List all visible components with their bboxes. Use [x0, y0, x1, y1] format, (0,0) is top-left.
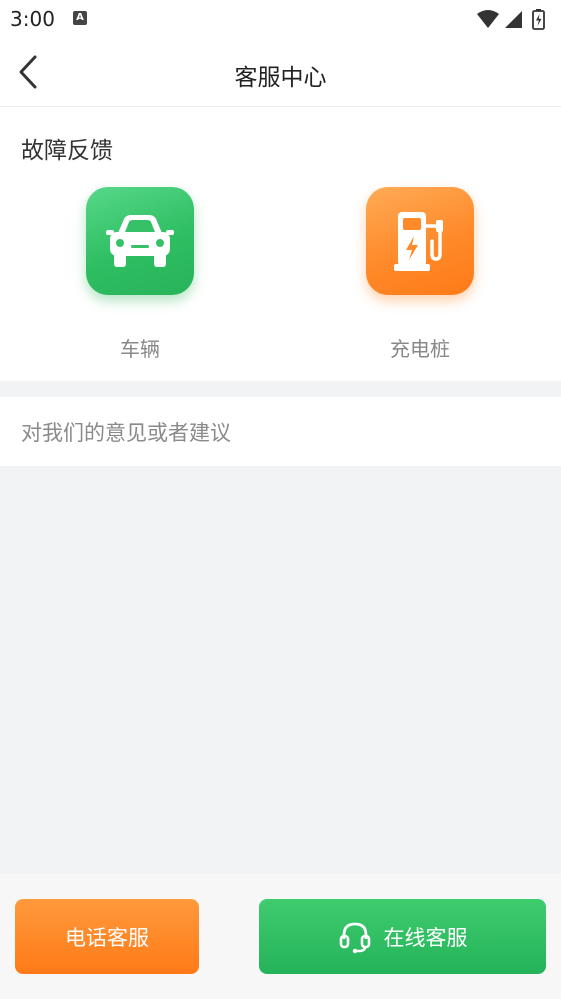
status-bar: 3:00 A	[0, 0, 561, 38]
battery-charging-icon	[532, 9, 545, 30]
car-icon	[106, 215, 174, 267]
section-title: 故障反馈	[21, 138, 113, 164]
status-icons	[475, 8, 551, 30]
phone-service-label: 电话客服	[65, 925, 149, 950]
headset-icon	[338, 920, 372, 954]
fault-label-charging-pile: 充电桩	[390, 337, 450, 361]
fault-feedback-section: 故障反馈 车辆 充电桩	[0, 107, 561, 381]
fault-label-vehicle: 车辆	[120, 337, 160, 361]
phone-service-button[interactable]: 电话客服	[15, 899, 199, 974]
online-service-button[interactable]: 在线客服	[259, 899, 546, 974]
suggestion-item[interactable]: 对我们的意见或者建议	[0, 397, 561, 466]
fault-item-vehicle[interactable]: 车辆	[60, 187, 220, 367]
page-title: 客服中心	[234, 65, 327, 91]
header: 客服中心	[0, 38, 561, 107]
wifi-icon	[477, 10, 499, 28]
suggestion-label: 对我们的意见或者建议	[21, 421, 231, 445]
charging-pile-icon	[394, 212, 443, 271]
signal-icon	[505, 11, 522, 28]
online-service-label: 在线客服	[383, 925, 468, 950]
charging-pile-tile[interactable]	[366, 187, 474, 295]
status-time: 3:00	[10, 7, 55, 31]
vehicle-tile[interactable]	[86, 187, 194, 295]
bottom-action-bar: 电话客服 在线客服	[0, 874, 561, 999]
fault-item-charging-pile[interactable]: 充电桩	[340, 187, 500, 367]
notification-icon: A	[73, 11, 87, 25]
